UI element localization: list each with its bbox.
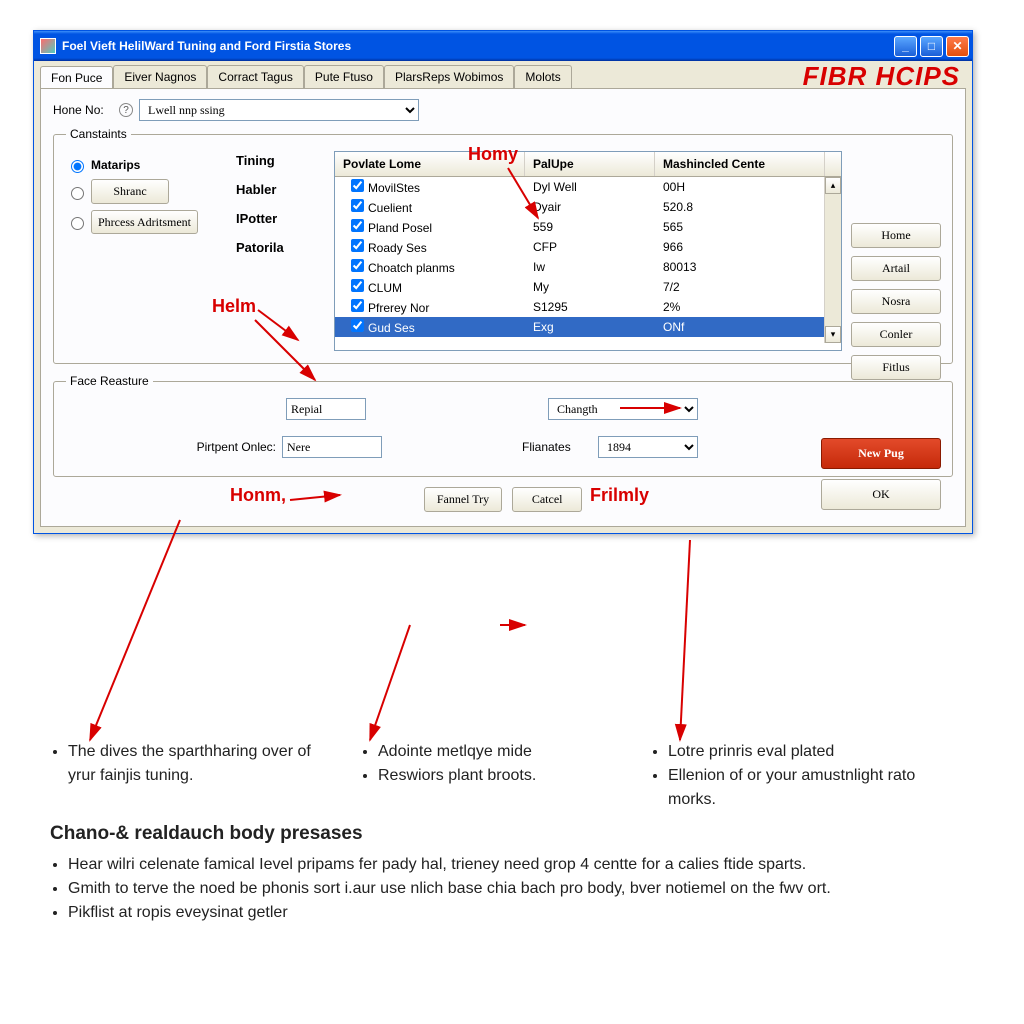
shranc-button[interactable]: Shranc (91, 179, 169, 204)
table-row[interactable]: Choatch planmsIw80013 (335, 257, 841, 277)
constants-legend: Canstaints (66, 127, 131, 141)
home-button[interactable]: Home (851, 223, 941, 248)
ok-button[interactable]: OK (821, 479, 941, 510)
mid-labels: Tining Habler IPotter Patorila (236, 151, 324, 351)
flian-label: Flianates (522, 440, 592, 454)
bullet-b2: Gmith to terve the noed be phonis sort i… (68, 877, 970, 901)
row-checkbox[interactable] (351, 319, 364, 332)
table-row[interactable]: Gud SesExgONf (335, 317, 841, 337)
catcel-button[interactable]: Catcel (512, 487, 582, 512)
pirt-label: Pirtpent Onlec: (176, 440, 276, 454)
new-pug-button[interactable]: New Pug (821, 438, 941, 469)
scroll-down-icon[interactable]: ▾ (825, 326, 841, 343)
hone-label: Hone No: (53, 103, 113, 117)
nosra-button[interactable]: Nosra (851, 289, 941, 314)
bullet-b1: Hear wilri celenate famical Ievel pripam… (68, 853, 970, 877)
scroll-up-icon[interactable]: ▴ (825, 177, 841, 194)
table-row[interactable]: CuelientDyair520.8 (335, 197, 841, 217)
titlebar[interactable]: Foel Vieft HelilWard Tuning and Ford Fir… (34, 31, 972, 61)
maximize-button[interactable]: □ (920, 36, 943, 57)
tab-body: Hone No: ? Lwell nnp ssing Canstaints Ma… (40, 88, 966, 527)
radio-column: Matarips Shranc Phrcess Adritsment (66, 151, 226, 351)
window-title: Foel Vieft HelilWard Tuning and Ford Fir… (62, 39, 351, 53)
table-row[interactable]: Pland Posel559565 (335, 217, 841, 237)
radio-matarips-label: Matarips (91, 158, 140, 172)
app-window: Foel Vieft HelilWard Tuning and Ford Fir… (33, 30, 973, 534)
scrollbar[interactable]: ▴ ▾ (824, 177, 841, 343)
side-buttons: Home Artail Nosra Conler Fitlus (851, 223, 941, 380)
help-icon[interactable]: ? (119, 103, 133, 117)
lv-body: MovilStesDyl Well00HCuelientDyair520.8Pl… (335, 177, 841, 343)
table-row[interactable]: Roady SesCFP966 (335, 237, 841, 257)
row-checkbox[interactable] (351, 239, 364, 252)
row-checkbox[interactable] (351, 179, 364, 192)
tab-eiver-nagnos[interactable]: Eiver Nagnos (113, 65, 207, 88)
listview-wrap: Povlate Lome PalUpe Mashincled Cente Mov… (334, 151, 842, 351)
app-icon (40, 38, 56, 54)
bullet-col2b: Reswiors plant broots. (378, 764, 620, 788)
tab-corract-tagus[interactable]: Corract Tagus (207, 65, 303, 88)
radio-phrcess[interactable] (71, 217, 84, 230)
bottom-buttons: Fannel Try Catcel (53, 487, 953, 512)
row-checkbox[interactable] (351, 219, 364, 232)
table-row[interactable]: CLUMMy7/2 (335, 277, 841, 297)
label-patorila: Patorila (236, 240, 324, 255)
col-palupe[interactable]: PalUpe (525, 152, 655, 176)
face-legend: Face Reasture (66, 374, 153, 388)
constants-group: Canstaints Matarips Shranc Phrcess Adrit… (53, 127, 953, 364)
label-tining: Tining (236, 153, 324, 168)
row-checkbox[interactable] (351, 259, 364, 272)
ok-area: New Pug OK (821, 438, 941, 510)
repial-input[interactable] (286, 398, 366, 420)
table-row[interactable]: Pfrerey NorS12952% (335, 297, 841, 317)
bullets-heading: Chano-& realdauch body presases (50, 820, 970, 849)
tab-bar: Fon Puce Eiver Nagnos Corract Tagus Pute… (34, 61, 972, 88)
bullet-col2a: Adointe metlqye mide (378, 740, 620, 764)
fannel-button[interactable]: Fannel Try (424, 487, 502, 512)
table-row[interactable]: MovilStesDyl Well00H (335, 177, 841, 197)
label-habler: Habler (236, 182, 324, 197)
close-button[interactable]: ✕ (946, 36, 969, 57)
flian-select[interactable]: 1894 (598, 436, 698, 458)
phrcess-button[interactable]: Phrcess Adritsment (91, 210, 198, 234)
bullet-col1a: The dives the sparthharing over of yrur … (68, 740, 330, 788)
pirt-input[interactable] (282, 436, 382, 458)
lv-header: Povlate Lome PalUpe Mashincled Cente (335, 152, 841, 177)
minimize-button[interactable]: _ (894, 36, 917, 57)
tab-pute-ftuso[interactable]: Pute Ftuso (304, 65, 384, 88)
changth-select[interactable]: Changth (548, 398, 698, 420)
tab-fon-puce[interactable]: Fon Puce (40, 66, 113, 89)
bullet-col3a: Lotre prinris eval plated (668, 740, 950, 764)
radio-matarips[interactable] (71, 160, 84, 173)
row-checkbox[interactable] (351, 279, 364, 292)
label-ipotter: IPotter (236, 211, 324, 226)
fitlus-button[interactable]: Fitlus (851, 355, 941, 380)
bullet-col3b: Ellenion of or your amustnlight rato mor… (668, 764, 950, 812)
artail-button[interactable]: Artail (851, 256, 941, 281)
tab-plarsreps[interactable]: PlarsReps Wobimos (384, 65, 514, 88)
col-povlate[interactable]: Povlate Lome (335, 152, 525, 176)
col-mashincled[interactable]: Mashincled Cente (655, 152, 825, 176)
bullet-b3: Pikflist at ropis eveysinat getler (68, 901, 970, 925)
brand-text: FIBR HCIPS (803, 63, 960, 89)
row-checkbox[interactable] (351, 299, 364, 312)
row-checkbox[interactable] (351, 199, 364, 212)
listview[interactable]: Povlate Lome PalUpe Mashincled Cente Mov… (334, 151, 842, 351)
hone-select[interactable]: Lwell nnp ssing (139, 99, 419, 121)
face-group: Face Reasture Pirtpent Onlec: Changth (53, 374, 953, 477)
bullets-block: The dives the sparthharing over of yrur … (50, 740, 970, 925)
tab-molots[interactable]: Molots (514, 65, 571, 88)
conler-button[interactable]: Conler (851, 322, 941, 347)
radio-shranc[interactable] (71, 187, 84, 200)
